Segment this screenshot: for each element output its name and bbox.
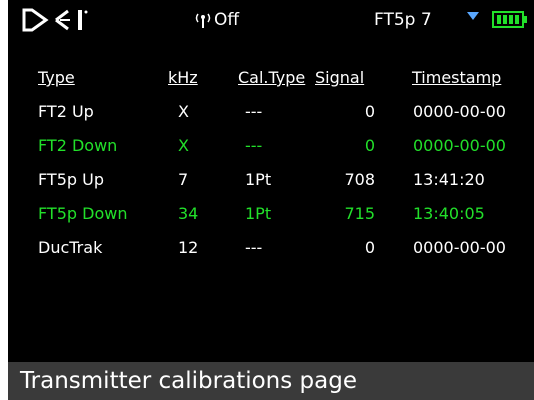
cell-signal: 0	[364, 102, 375, 121]
cell-signal: 0	[364, 136, 375, 155]
cell-khz: X	[178, 102, 189, 121]
cell-timestamp: 13:41:20	[413, 170, 485, 189]
cell-cal-type: ---	[245, 136, 263, 155]
cell-type: FT5p Up	[38, 170, 104, 189]
battery-icon	[492, 11, 527, 28]
header-signal: Signal	[315, 68, 365, 87]
table-row[interactable]: FT2 Down X --- 0 0000-00-00	[8, 132, 534, 166]
table-row[interactable]: FT5p Up 7 1Pt 708 13:41:20	[8, 166, 534, 200]
cell-type: FT2 Up	[38, 102, 94, 121]
cell-type: FT2 Down	[38, 136, 118, 155]
cell-khz: 7	[178, 170, 189, 189]
cell-cal-type: 1Pt	[245, 204, 272, 223]
cell-timestamp: 13:40:05	[413, 204, 485, 223]
table-header: Type kHz Cal.Type Signal Timestamp	[8, 64, 534, 98]
chevron-down-icon[interactable]	[466, 11, 480, 21]
cell-timestamp: 0000-00-00	[413, 238, 506, 257]
status-bar: Off FT5p 7	[8, 0, 534, 40]
table-row[interactable]: FT2 Up X --- 0 0000-00-00	[8, 98, 534, 132]
transmitter-selector[interactable]: FT5p 7	[374, 8, 432, 32]
cell-signal: 0	[364, 238, 375, 257]
cell-cal-type: 1Pt	[245, 170, 272, 189]
radio-status[interactable]: Off	[194, 8, 239, 32]
cell-cal-type: ---	[245, 238, 263, 257]
cell-khz: X	[178, 136, 189, 155]
cell-type: FT5p Down	[38, 204, 128, 223]
antenna-icon	[195, 13, 211, 28]
table-row[interactable]: FT5p Down 34 1Pt 715 13:40:05	[8, 200, 534, 234]
device-screen: Off FT5p 7 Type kHz Cal.Type Signal Time…	[8, 0, 534, 400]
cell-timestamp: 0000-00-00	[413, 136, 506, 155]
page-title: Transmitter calibrations page	[20, 368, 357, 394]
header-type: Type	[38, 68, 75, 87]
cell-khz: 34	[178, 204, 199, 223]
header-timestamp: Timestamp	[412, 68, 502, 87]
page-title-bar: Transmitter calibrations page	[8, 362, 534, 400]
cell-signal: 715	[344, 204, 375, 223]
header-khz: kHz	[168, 68, 198, 87]
radio-status-label: Off	[214, 10, 240, 30]
cell-signal: 708	[344, 170, 375, 189]
cell-cal-type: ---	[245, 102, 263, 121]
table-row[interactable]: DucTrak 12 --- 0 0000-00-00	[8, 234, 534, 268]
cell-type: DucTrak	[38, 238, 103, 257]
dci-logo-icon	[22, 8, 88, 32]
header-cal-type: Cal.Type	[238, 68, 306, 87]
calibration-table: Type kHz Cal.Type Signal Timestamp FT2 U…	[8, 64, 534, 268]
transmitter-label: FT5p 7	[374, 10, 432, 30]
cell-khz: 12	[178, 238, 199, 257]
cell-timestamp: 0000-00-00	[413, 102, 506, 121]
